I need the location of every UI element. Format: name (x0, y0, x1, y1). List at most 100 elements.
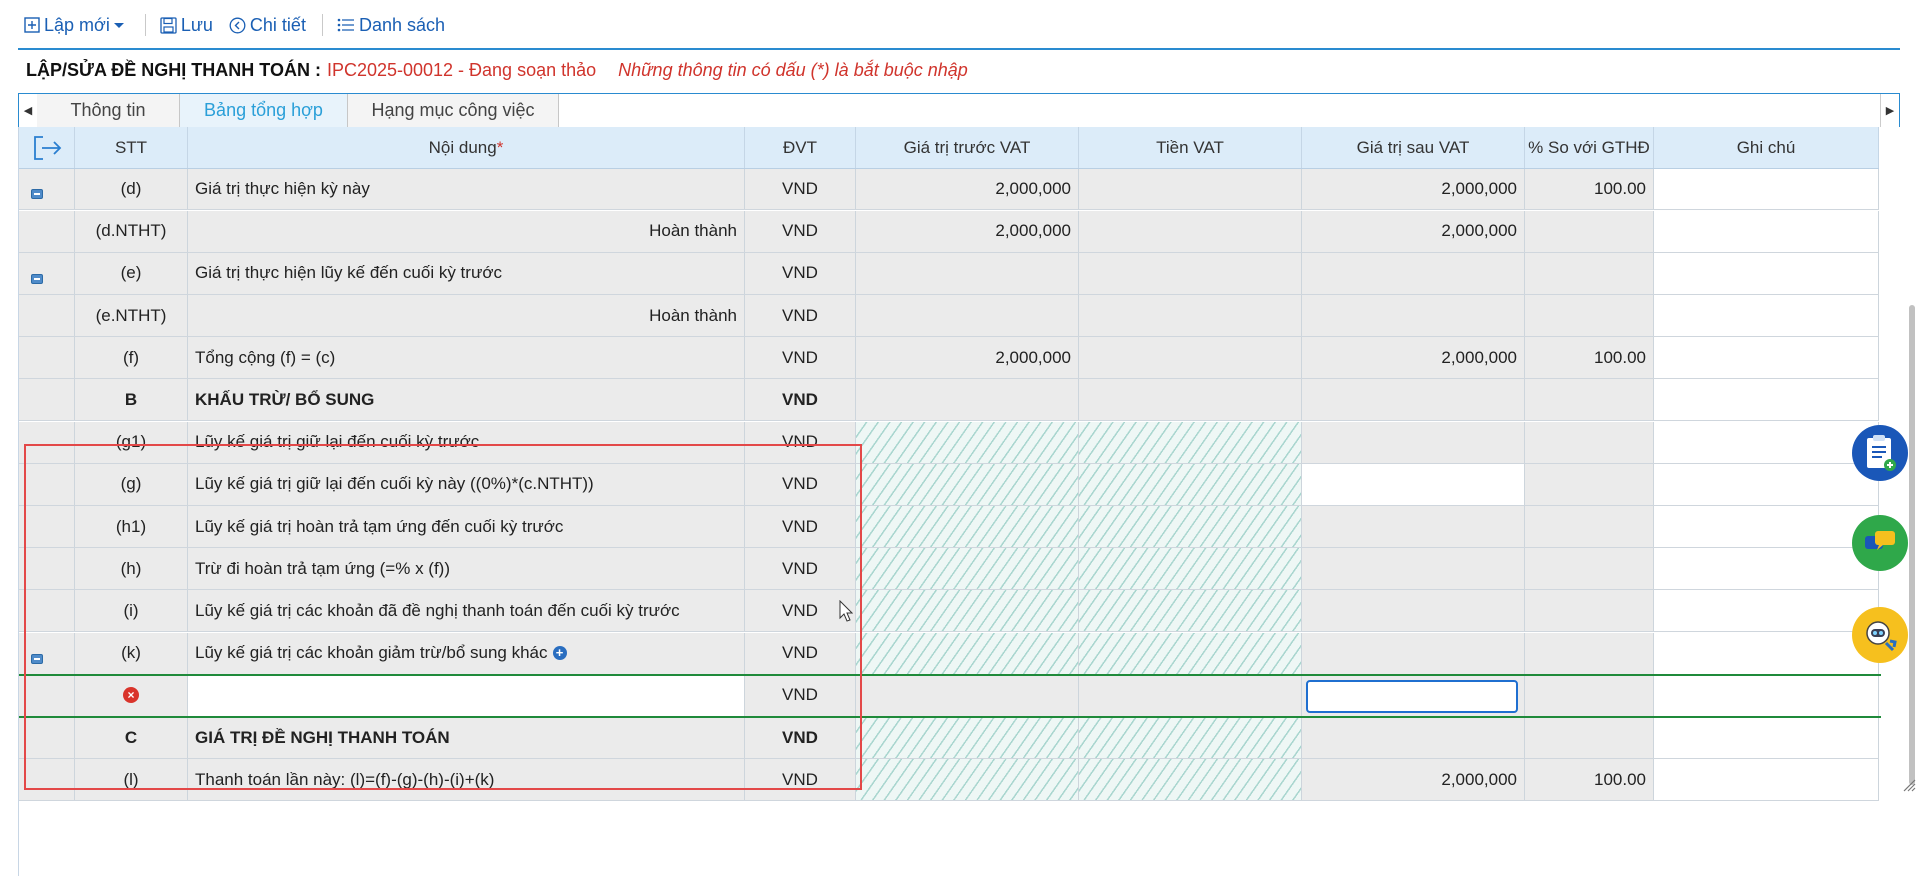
table-row[interactable]: (k) Lũy kế giá trị các khoản giảm trừ/bổ … (19, 632, 1879, 675)
tab-work-items[interactable]: Hạng mục công việc (348, 94, 559, 127)
cell-post-vat[interactable]: 2,000,000 (1302, 210, 1525, 252)
cell-post-vat[interactable] (1302, 421, 1525, 463)
chevron-down-icon[interactable] (113, 20, 125, 30)
col-pre-vat[interactable]: Giá trị trước VAT (856, 127, 1079, 168)
list-icon (337, 18, 354, 32)
collapse-icon[interactable] (31, 653, 43, 664)
cell-stt-text: (e.NTHT) (95, 305, 167, 325)
cell-note[interactable] (1654, 168, 1879, 210)
cell-content[interactable]: Thanh toán lần này: (l)=(f)-(g)-(h)-(i)+… (188, 759, 745, 801)
cell-post-vat[interactable] (1302, 379, 1525, 421)
cell-post-vat[interactable]: 2,000,000 (1302, 759, 1525, 801)
cell-note[interactable] (1654, 674, 1879, 716)
cell-note[interactable] (1654, 252, 1879, 294)
cell-note[interactable] (1654, 590, 1879, 632)
cell-note[interactable] (1654, 295, 1879, 336)
cell-content[interactable]: Giá trị thực hiện lũy kế đến cuối kỳ trư… (188, 252, 745, 294)
cell-stt: (h) (75, 548, 188, 590)
cell-content[interactable]: Lũy kế giá trị hoàn trả tạm ứng đến cuối… (188, 506, 745, 547)
cell-post-vat[interactable] (1302, 506, 1525, 547)
cell-content[interactable]: GIÁ TRỊ ĐỀ NGHỊ THANH TOÁN (188, 717, 745, 758)
clipboard-add-icon[interactable] (1852, 425, 1908, 481)
table-row[interactable]: (g1) Lũy kế giá trị giữ lại đến cuối kỳ t… (19, 421, 1879, 464)
table-row[interactable]: (h) Trừ đi hoàn trả tạm ứng (=% x (f)) VND (19, 548, 1879, 591)
cell-note[interactable] (1654, 632, 1879, 674)
col-stt[interactable]: STT (75, 127, 188, 168)
cell-unit: VND (745, 421, 856, 463)
col-vat[interactable]: Tiền VAT (1079, 127, 1302, 168)
table-row[interactable]: (d) Giá trị thực hiện kỳ này VND 2,000,000 2… (19, 168, 1879, 211)
tab-summary[interactable]: Bảng tổng hợp (180, 94, 348, 127)
save-button[interactable]: Lưu (160, 15, 213, 36)
scrollbar-thumb[interactable] (1909, 305, 1915, 785)
cell-pre-vat (856, 632, 1079, 674)
export-icon[interactable] (31, 133, 63, 163)
add-circle-icon[interactable]: + (552, 646, 567, 661)
cell-content[interactable]: KHẤU TRỪ/ BỔ SUNG (188, 379, 745, 421)
table-row[interactable]: (d.NTHT) Hoàn thành VND 2,000,000 2,000,000 (19, 210, 1879, 253)
collapse-icon[interactable] (31, 189, 43, 200)
cell-post-vat-text: 2,000,000 (1441, 178, 1517, 198)
row-toggle-cell (19, 168, 75, 210)
table-row[interactable]: (i) Lũy kế giá trị các khoản đã đề nghị t… (19, 590, 1879, 633)
cell-note[interactable] (1654, 379, 1879, 421)
cell-post-vat[interactable] (1302, 590, 1525, 632)
cell-post-vat[interactable] (1302, 632, 1525, 674)
cell-note[interactable] (1654, 210, 1879, 252)
table-row[interactable]: C GIÁ TRỊ ĐỀ NGHỊ THANH TOÁN VND (19, 717, 1879, 759)
tab-info[interactable]: Thông tin (37, 94, 180, 127)
cell-note[interactable] (1654, 759, 1879, 801)
col-note[interactable]: Ghi chú (1654, 127, 1879, 168)
detail-button[interactable]: Chi tiết (229, 15, 306, 36)
cell-content[interactable]: Hoàn thành (188, 210, 745, 252)
tab-scroll-right-icon[interactable]: ▶ (1880, 94, 1899, 127)
cell-note[interactable] (1654, 717, 1879, 758)
table-row[interactable]: (e) Giá trị thực hiện lũy kế đến cuối kỳ … (19, 252, 1879, 295)
cell-post-vat[interactable] (1302, 295, 1525, 336)
cell-post-vat[interactable] (1302, 463, 1525, 505)
cell-percent-text: 100.00 (1594, 178, 1646, 198)
post-vat-input[interactable] (1306, 679, 1518, 713)
table-row[interactable]: (g) Lũy kế giá trị giữ lại đến cuối kỳ nà… (19, 463, 1879, 506)
remove-row-icon[interactable]: × (123, 687, 139, 704)
new-button[interactable]: Lập mới (24, 15, 129, 36)
cell-content[interactable]: Trừ đi hoàn trả tạm ứng (=% x (f)) (188, 548, 745, 590)
tab-scroll-left-icon[interactable]: ◀ (19, 94, 38, 127)
table-row[interactable]: × VND (19, 674, 1879, 717)
table-row[interactable]: B KHẤU TRỪ/ BỔ SUNG VND (19, 379, 1879, 422)
cell-content[interactable] (188, 674, 745, 716)
cell-content[interactable]: Lũy kế giá trị giữ lại đến cuối kỳ này (… (188, 463, 745, 505)
chat-icon[interactable] (1852, 515, 1908, 571)
table-row[interactable]: (h1) Lũy kế giá trị hoàn trả tạm ứng đến … (19, 506, 1879, 548)
cell-content[interactable]: Tổng cộng (f) = (c) (188, 337, 745, 379)
cell-note[interactable] (1654, 463, 1879, 505)
table-row[interactable]: (e.NTHT) Hoàn thành VND (19, 295, 1879, 337)
cell-note[interactable] (1654, 506, 1879, 547)
cell-content[interactable]: Lũy kế giá trị các khoản đã đề nghị than… (188, 590, 745, 632)
cell-post-vat[interactable] (1302, 548, 1525, 590)
cell-post-vat[interactable]: 2,000,000 (1302, 337, 1525, 379)
cell-content[interactable]: Lũy kế giá trị các khoản giảm trừ/bổ sun… (188, 632, 745, 674)
collapse-icon[interactable] (31, 273, 43, 284)
cell-unit-text: VND (782, 474, 818, 494)
cell-content[interactable]: Giá trị thực hiện kỳ này (188, 168, 745, 210)
col-percent[interactable]: % So với GTHĐ (1525, 127, 1654, 168)
robot-support-icon[interactable] (1852, 607, 1908, 663)
cell-note[interactable] (1654, 548, 1879, 590)
list-button[interactable]: Danh sách (337, 15, 445, 36)
cell-note[interactable] (1654, 337, 1879, 379)
col-content[interactable]: Nội dung * (188, 127, 745, 168)
resize-grip-icon[interactable] (1902, 778, 1918, 796)
col-post-vat[interactable]: Giá trị sau VAT (1302, 127, 1525, 168)
cell-pre-vat (856, 548, 1079, 590)
table-row[interactable]: (l) Thanh toán lần này: (l)=(f)-(g)-(h)-(… (19, 759, 1879, 802)
cell-post-vat[interactable]: 2,000,000 (1302, 168, 1525, 210)
cell-note[interactable] (1654, 421, 1879, 463)
cell-post-vat[interactable] (1302, 717, 1525, 758)
col-unit[interactable]: ĐVT (745, 127, 856, 168)
export-icon-cell[interactable] (19, 127, 75, 168)
cell-post-vat[interactable] (1302, 252, 1525, 294)
cell-content[interactable]: Hoàn thành (188, 295, 745, 336)
cell-content[interactable]: Lũy kế giá trị giữ lại đến cuối kỳ trước (188, 421, 745, 463)
table-row[interactable]: (f) Tổng cộng (f) = (c) VND 2,000,000 2,000,… (19, 337, 1879, 380)
